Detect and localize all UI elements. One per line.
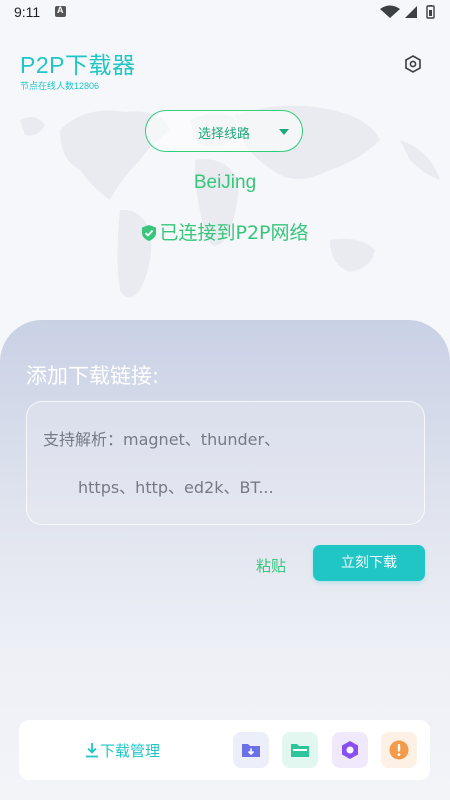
hexagon-app-icon[interactable] bbox=[332, 732, 368, 768]
folder-download-icon[interactable] bbox=[233, 732, 269, 768]
route-selector[interactable]: 选择线路 bbox=[145, 110, 303, 152]
link-placeholder-line2: https、http、ed2k、BT... bbox=[78, 478, 274, 497]
caret-down-icon bbox=[279, 129, 289, 135]
screen: 9:11 P2P下载器 节点在线人数12806 选择线路 bbox=[0, 0, 450, 800]
folder-icon[interactable] bbox=[282, 732, 318, 768]
bottom-bar: 下载管理 bbox=[19, 720, 430, 780]
notification-icon bbox=[55, 5, 66, 17]
paste-button[interactable]: 粘贴 bbox=[256, 555, 286, 576]
location-label: BeiJing bbox=[193, 172, 257, 193]
node-count-label: 节点在线人数12806 bbox=[20, 81, 100, 91]
download-now-button[interactable]: 立刻下载 bbox=[313, 545, 425, 581]
link-placeholder-line1: 支持解析：magnet、thunder、 bbox=[43, 430, 281, 449]
link-input-placeholder: 支持解析：magnet、thunder、 https、http、ed2k、BT.… bbox=[43, 416, 413, 512]
signal-icon bbox=[405, 6, 417, 18]
link-input[interactable]: 支持解析：magnet、thunder、 https、http、ed2k、BT.… bbox=[26, 401, 425, 525]
status-time: 9:11 bbox=[14, 4, 41, 20]
settings-icon[interactable] bbox=[403, 54, 423, 74]
connection-status-text: 已连接到P2P网络 bbox=[159, 222, 309, 244]
download-manager-button[interactable]: 下载管理 bbox=[85, 740, 160, 761]
app-title: P2P下载器 bbox=[20, 52, 136, 78]
alert-icon[interactable] bbox=[381, 732, 417, 768]
route-selector-label: 选择线路 bbox=[198, 127, 251, 142]
shield-check-icon bbox=[142, 225, 157, 241]
download-manager-label: 下载管理 bbox=[100, 742, 161, 760]
wifi-icon bbox=[380, 5, 400, 18]
download-icon bbox=[86, 743, 98, 758]
status-bar: 9:11 bbox=[0, 0, 450, 24]
status-icons bbox=[380, 5, 435, 19]
add-link-title: 添加下载链接: bbox=[26, 364, 160, 388]
connection-status: 已连接到P2P网络 bbox=[0, 218, 450, 245]
